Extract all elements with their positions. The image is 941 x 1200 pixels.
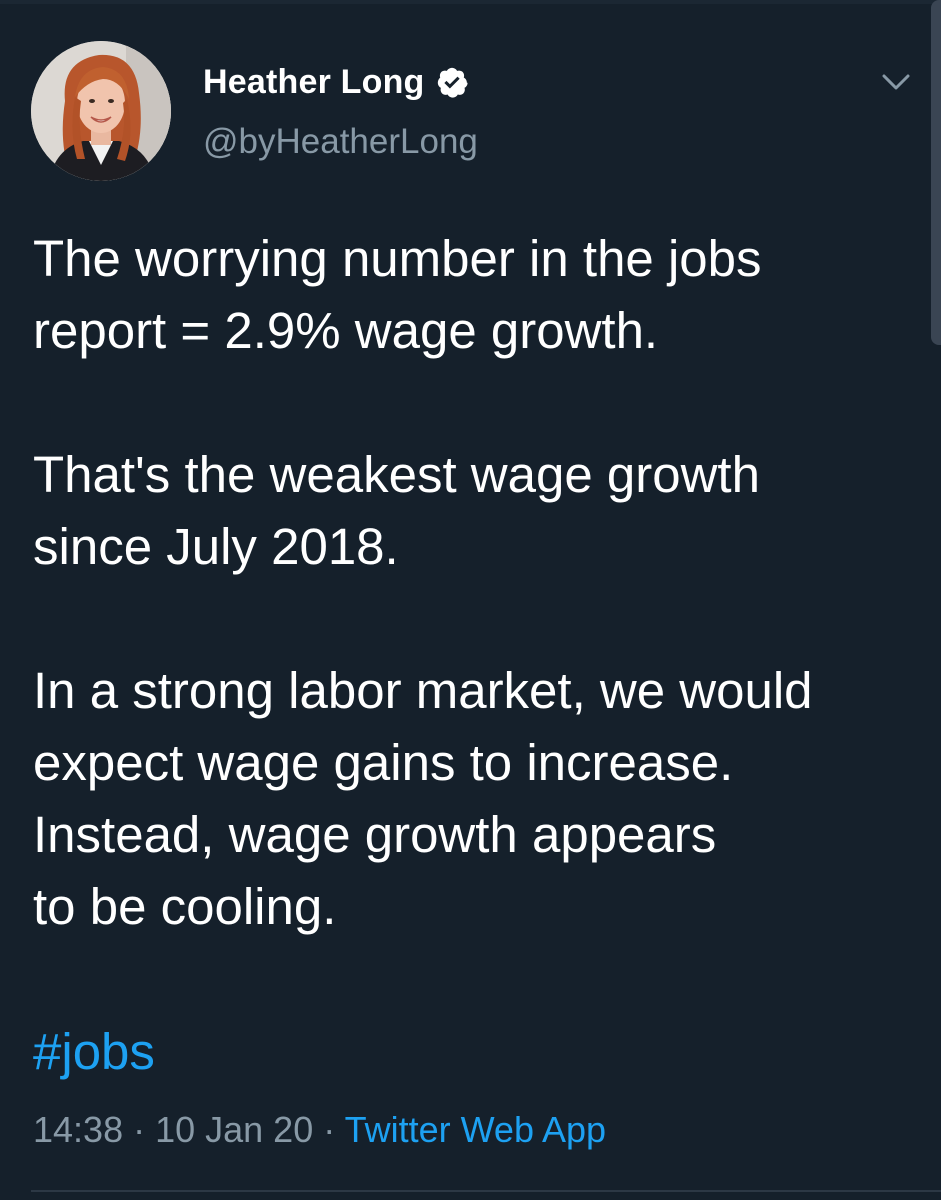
tweet-paragraph: That's the weakest wage growth since Jul… bbox=[33, 446, 760, 575]
meta-separator: · bbox=[123, 1109, 156, 1150]
display-name[interactable]: Heather Long bbox=[203, 63, 425, 102]
chevron-down-icon[interactable] bbox=[876, 62, 916, 102]
hashtag-link[interactable]: #jobs bbox=[33, 1016, 155, 1088]
tweet-date[interactable]: 10 Jan 20 bbox=[155, 1109, 313, 1150]
meta-separator: · bbox=[313, 1109, 345, 1150]
bottom-divider bbox=[31, 1190, 941, 1192]
tweet-text: The worrying number in the jobs report =… bbox=[33, 223, 913, 943]
tweet-meta: 14:38 · 10 Jan 20 · Twitter Web App bbox=[33, 1106, 606, 1154]
tweet-source-link[interactable]: Twitter Web App bbox=[345, 1109, 606, 1150]
verified-badge-icon bbox=[435, 65, 469, 99]
tweet-card: Heather Long @byHeatherLong The worrying… bbox=[0, 0, 941, 1200]
author-handle[interactable]: @byHeatherLong bbox=[203, 122, 478, 162]
top-divider bbox=[0, 0, 941, 4]
avatar[interactable] bbox=[31, 41, 171, 181]
tweet-paragraph: In a strong labor market, we would expec… bbox=[33, 662, 813, 935]
author-name-row[interactable]: Heather Long bbox=[203, 58, 469, 106]
profile-photo bbox=[31, 41, 171, 181]
scrollbar[interactable] bbox=[931, 0, 941, 345]
tweet-time[interactable]: 14:38 bbox=[33, 1109, 123, 1150]
tweet-paragraph: The worrying number in the jobs report =… bbox=[33, 230, 762, 359]
